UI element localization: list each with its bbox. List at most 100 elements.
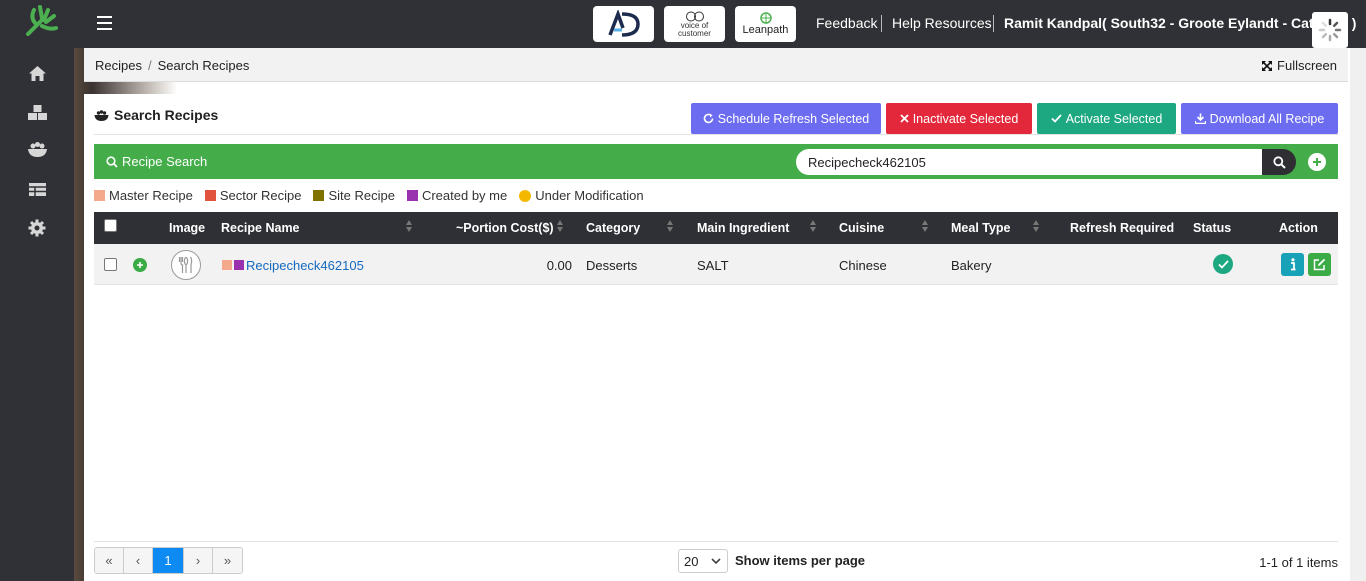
recipe-bowl-icon (94, 109, 109, 121)
items-per-page-select[interactable]: 20 (678, 549, 728, 573)
activate-selected-button[interactable]: Activate Selected (1037, 103, 1176, 134)
info-icon (1290, 258, 1295, 271)
sort-icon[interactable] (922, 220, 929, 234)
legend-label: Master Recipe (109, 188, 193, 203)
status-active-check-icon (1213, 254, 1233, 274)
breadcrumb-bar: Recipes / Search Recipes Fullscreen (84, 48, 1348, 82)
info-button[interactable] (1281, 253, 1304, 276)
search-icon (1272, 155, 1286, 169)
legend-swatch (204, 190, 216, 201)
activate-label: Activate Selected (1065, 111, 1163, 126)
card-title-text: Search Recipes (114, 107, 219, 123)
top-bar: voice of customer Leanpath Feedback Help… (74, 0, 1366, 48)
sort-icon[interactable] (406, 220, 413, 234)
schedule-refresh-selected-button[interactable]: Schedule Refresh Selected (691, 103, 881, 134)
user-menu[interactable]: Ramit Kandpal( South32 - Groote Eylandt … (1004, 15, 1356, 31)
inventory-boxes-icon[interactable] (26, 101, 48, 123)
fullscreen-label: Fullscreen (1277, 58, 1337, 73)
schedule-refresh-label: Schedule Refresh Selected (717, 111, 870, 126)
home-icon[interactable] (26, 62, 48, 84)
table-grid-icon[interactable] (26, 178, 48, 200)
search-input[interactable] (796, 149, 1262, 175)
top-separator (993, 15, 994, 32)
voc-logo-text: voice of customer (678, 20, 711, 38)
items-per-page-label: Show items per page (735, 553, 866, 568)
partner-logo-leanpath[interactable]: Leanpath (735, 6, 796, 42)
partner-logo-voice-of-customer[interactable]: voice of customer (664, 6, 725, 42)
legend-created-by-me: Created by me (406, 188, 508, 203)
breadcrumb-separator: / (147, 58, 152, 73)
legend-label: Sector Recipe (219, 188, 302, 203)
legend-under-modification: Under Modification (519, 188, 644, 203)
master-recipe-tag (222, 260, 232, 270)
recipe-name-link[interactable]: Recipecheck462105 (246, 258, 364, 273)
partner-logo-ad[interactable] (593, 6, 654, 42)
portion-cost-cell: 0.00 (546, 258, 572, 273)
page-scrollbar[interactable] (1350, 48, 1366, 581)
sort-icon[interactable] (557, 220, 564, 234)
first-page-button[interactable]: « (95, 548, 124, 573)
plus-icon (1313, 158, 1321, 166)
hamburger-menu-icon[interactable] (97, 16, 112, 30)
fork-logo-icon[interactable] (22, 4, 60, 40)
download-label: Download All Recipe (1209, 111, 1325, 126)
created-by-me-tag (234, 260, 244, 270)
column-header-portion-cost[interactable]: ~Portion Cost($) (456, 221, 554, 235)
settings-gear-icon[interactable] (26, 217, 48, 239)
sort-icon[interactable] (810, 220, 817, 234)
legend-label: Created by me (421, 188, 508, 203)
legend-master-recipe: Master Recipe (94, 188, 193, 203)
legend-site-recipe: Site Recipe (313, 188, 395, 203)
column-header-category[interactable]: Category (586, 221, 640, 235)
sidebar (0, 0, 74, 581)
items-per-page-value: 20 (684, 553, 699, 569)
breadcrumb: Recipes / Search Recipes (95, 58, 249, 73)
column-header-status: Status (1193, 221, 1232, 235)
recipe-bowl-icon[interactable] (26, 139, 48, 161)
download-icon (1194, 113, 1206, 124)
breadcrumb-recipes-link[interactable]: Recipes (95, 58, 142, 73)
card-title: Search Recipes (94, 107, 218, 123)
spinner-icon (1318, 18, 1342, 42)
meal-type-cell: Bakery (951, 258, 992, 273)
column-header-main-ingredient[interactable]: Main Ingredient (697, 221, 789, 235)
main-ingredient-cell: SALT (697, 258, 729, 273)
column-header-cuisine[interactable]: Cuisine (839, 221, 884, 235)
recipe-image-placeholder-icon (171, 250, 201, 280)
sort-icon[interactable] (1033, 220, 1040, 234)
items-count-info: 1-1 of 1 items (1259, 555, 1338, 570)
close-icon (900, 114, 909, 123)
column-header-recipe-name[interactable]: Recipe Name (221, 221, 300, 235)
download-all-recipe-button[interactable]: Download All Recipe (1181, 103, 1338, 134)
page-1-button[interactable]: 1 (153, 548, 184, 573)
expand-row-icon[interactable] (133, 258, 147, 272)
recipe-type-legend: Master Recipe Sector Recipe Site Recipe … (94, 188, 656, 203)
cuisine-cell: Chinese (839, 258, 887, 273)
check-icon (1051, 114, 1062, 123)
table-row: Recipecheck462105 0.00 Desserts SALT Chi… (94, 244, 1338, 285)
column-header-refresh-required: Refresh Required (1070, 221, 1175, 235)
column-header-meal-type[interactable]: Meal Type (951, 221, 1011, 235)
legend-swatch (313, 190, 325, 201)
chevron-down-icon (711, 558, 721, 565)
loading-spinner (1312, 12, 1348, 48)
legend-label: Site Recipe (328, 188, 395, 203)
sort-icon[interactable] (667, 220, 674, 234)
add-recipe-button[interactable] (1308, 153, 1326, 171)
row-select-checkbox[interactable] (104, 258, 117, 271)
last-page-button[interactable]: » (213, 548, 242, 573)
feedback-link[interactable]: Feedback (816, 15, 877, 31)
previous-page-button[interactable]: ‹ (124, 548, 153, 573)
category-cell: Desserts (586, 258, 638, 273)
inactivate-selected-button[interactable]: Inactivate Selected (886, 103, 1032, 134)
fullscreen-button[interactable]: Fullscreen (1261, 58, 1337, 73)
column-header-image: Image (169, 221, 206, 235)
next-page-button[interactable]: › (184, 548, 213, 573)
select-all-checkbox[interactable] (104, 219, 117, 232)
search-button[interactable] (1262, 149, 1296, 175)
title-divider (94, 134, 1338, 135)
leanpath-logo-text: Leanpath (742, 24, 789, 36)
recipe-search-bar: Recipe Search (94, 144, 1338, 179)
edit-button[interactable] (1308, 253, 1331, 276)
help-resources-link[interactable]: Help Resources (892, 15, 992, 31)
